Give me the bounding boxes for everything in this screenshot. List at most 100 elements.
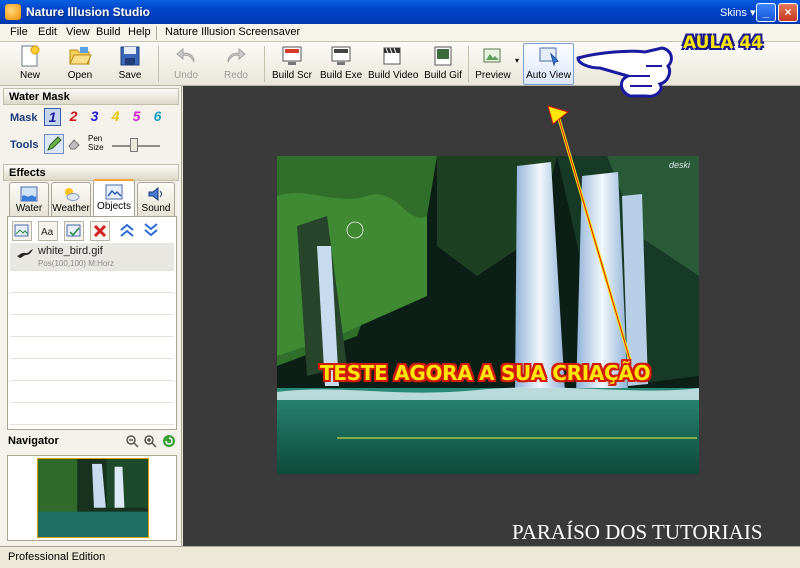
watermark: PARAÍSO DOS TUTORIAIS: [512, 520, 763, 544]
pen-size-slider-thumb[interactable]: [129, 138, 138, 152]
menu-screensaver[interactable]: Nature Illusion Screensaver: [165, 26, 300, 38]
build-exe-icon: [331, 46, 351, 65]
open-button[interactable]: Open: [60, 44, 100, 84]
preview-button[interactable]: Preview: [474, 44, 512, 84]
title-bar: Nature Illusion Studio Skins ▾ _ ×: [0, 0, 800, 24]
move-down-button[interactable]: [142, 221, 162, 241]
list-item: [10, 271, 174, 293]
menu-help[interactable]: Help: [128, 26, 151, 38]
text-icon: Aa: [41, 227, 54, 238]
build-gif-icon: [434, 46, 452, 66]
minimize-button[interactable]: _: [756, 3, 776, 22]
tab-objects[interactable]: Objects: [93, 179, 135, 216]
waterfall-scene-image[interactable]: [277, 156, 699, 474]
edit-object-button[interactable]: [64, 221, 84, 241]
add-text-object-button[interactable]: Aa: [38, 221, 58, 241]
save-button[interactable]: Save: [112, 44, 148, 84]
navigator-thumbnail[interactable]: [37, 458, 149, 538]
build-gif-button[interactable]: Build Gif: [424, 44, 462, 84]
build-screensaver-icon: [282, 46, 302, 65]
list-item: [10, 315, 174, 337]
undo-button[interactable]: Undo: [168, 44, 204, 84]
toolbar-separator: [468, 46, 469, 82]
tools-label: Tools: [10, 139, 39, 151]
menu-file[interactable]: File: [10, 26, 28, 38]
tab-water[interactable]: Water: [9, 182, 49, 216]
menu-edit[interactable]: Edit: [38, 26, 57, 38]
zoom-in-icon[interactable]: [143, 434, 157, 448]
water-mask-header: Water Mask: [3, 88, 179, 105]
double-chevron-up-icon: [120, 223, 134, 237]
list-item[interactable]: white_bird.gif Pos(100,100) M:Horz: [10, 243, 174, 271]
menu-bar: File Edit View Build Help Nature Illusio…: [0, 24, 800, 42]
build-exe-button[interactable]: Build Exe: [320, 44, 362, 84]
close-button[interactable]: ×: [778, 3, 798, 22]
mask-button-5[interactable]: 5: [128, 108, 145, 126]
app-icon: [5, 4, 21, 20]
status-bar: Professional Edition: [0, 546, 800, 568]
floppy-save-icon: [120, 46, 140, 66]
pen-tool-button[interactable]: [44, 134, 64, 154]
window-title: Nature Illusion Studio: [26, 5, 151, 19]
redo-arrow-icon: [227, 47, 246, 63]
menu-view[interactable]: View: [66, 26, 90, 38]
toolbar: New Open Save Undo Redo Build Scr Build …: [0, 42, 800, 86]
pen-size-label: Pen Size: [88, 134, 104, 152]
list-item: [10, 359, 174, 381]
build-video-icon: [383, 47, 401, 65]
menu-build[interactable]: Build: [96, 26, 120, 38]
pencil-icon: [47, 136, 62, 151]
double-chevron-down-icon: [144, 223, 158, 237]
move-up-button[interactable]: [118, 221, 138, 241]
toolbar-separator: [158, 46, 159, 82]
list-item: [10, 337, 174, 359]
edition-label: Professional Edition: [8, 551, 106, 563]
water-icon: [20, 186, 38, 202]
menu-separator: [156, 26, 157, 40]
image-logo: deski: [669, 160, 691, 170]
bird-icon: [17, 249, 33, 258]
objects-list[interactable]: white_bird.gif Pos(100,100) M:Horz: [10, 243, 174, 427]
mask-button-4[interactable]: 4: [107, 108, 124, 126]
overlay-caption: TESTE AGORA A SUA CRIAÇÃO: [320, 361, 651, 385]
redo-button[interactable]: Redo: [218, 44, 254, 84]
undo-arrow-icon: [176, 47, 195, 63]
preview-icon: [483, 48, 501, 63]
new-file-icon: [21, 45, 40, 67]
mask-button-2[interactable]: 2: [65, 108, 82, 126]
auto-view-icon: [539, 47, 559, 67]
build-scr-button[interactable]: Build Scr: [272, 44, 312, 84]
delete-object-button[interactable]: [90, 221, 110, 241]
tab-sound[interactable]: Sound: [137, 182, 175, 216]
folder-open-icon: [69, 47, 92, 65]
svg-text:Aa: Aa: [41, 227, 54, 238]
effects-header: Effects: [3, 164, 179, 181]
delete-x-icon: [93, 224, 107, 238]
build-video-button[interactable]: Build Video: [368, 44, 418, 84]
effects-tabs: Water Weather Objects Sound: [7, 179, 177, 216]
new-button[interactable]: New: [12, 44, 48, 84]
auto-view-button[interactable]: Auto View: [523, 43, 574, 85]
navigator-preview[interactable]: [7, 455, 177, 541]
lesson-label: AULA 44: [683, 33, 764, 53]
objects-icon: [105, 184, 123, 200]
zoom-out-icon[interactable]: [125, 434, 139, 448]
tab-weather[interactable]: Weather: [51, 182, 91, 216]
eraser-icon[interactable]: [68, 138, 80, 150]
mask-label: Mask: [10, 112, 38, 124]
weather-icon: [65, 188, 80, 201]
refresh-icon[interactable]: [162, 434, 176, 448]
add-image-icon: [14, 224, 29, 237]
speaker-icon: [148, 186, 162, 202]
edit-image-icon: [66, 224, 81, 237]
add-image-object-button[interactable]: [12, 221, 32, 241]
objects-toolbar: Aa: [12, 221, 172, 241]
toolbar-separator: [264, 46, 265, 82]
mask-button-1[interactable]: 1: [44, 108, 61, 126]
mask-button-3[interactable]: 3: [86, 108, 103, 126]
list-item: [10, 293, 174, 315]
list-item: [10, 403, 174, 425]
skins-menu[interactable]: Skins ▾: [720, 6, 755, 19]
canvas-area[interactable]: deski: [183, 86, 800, 546]
mask-button-6[interactable]: 6: [149, 108, 166, 126]
